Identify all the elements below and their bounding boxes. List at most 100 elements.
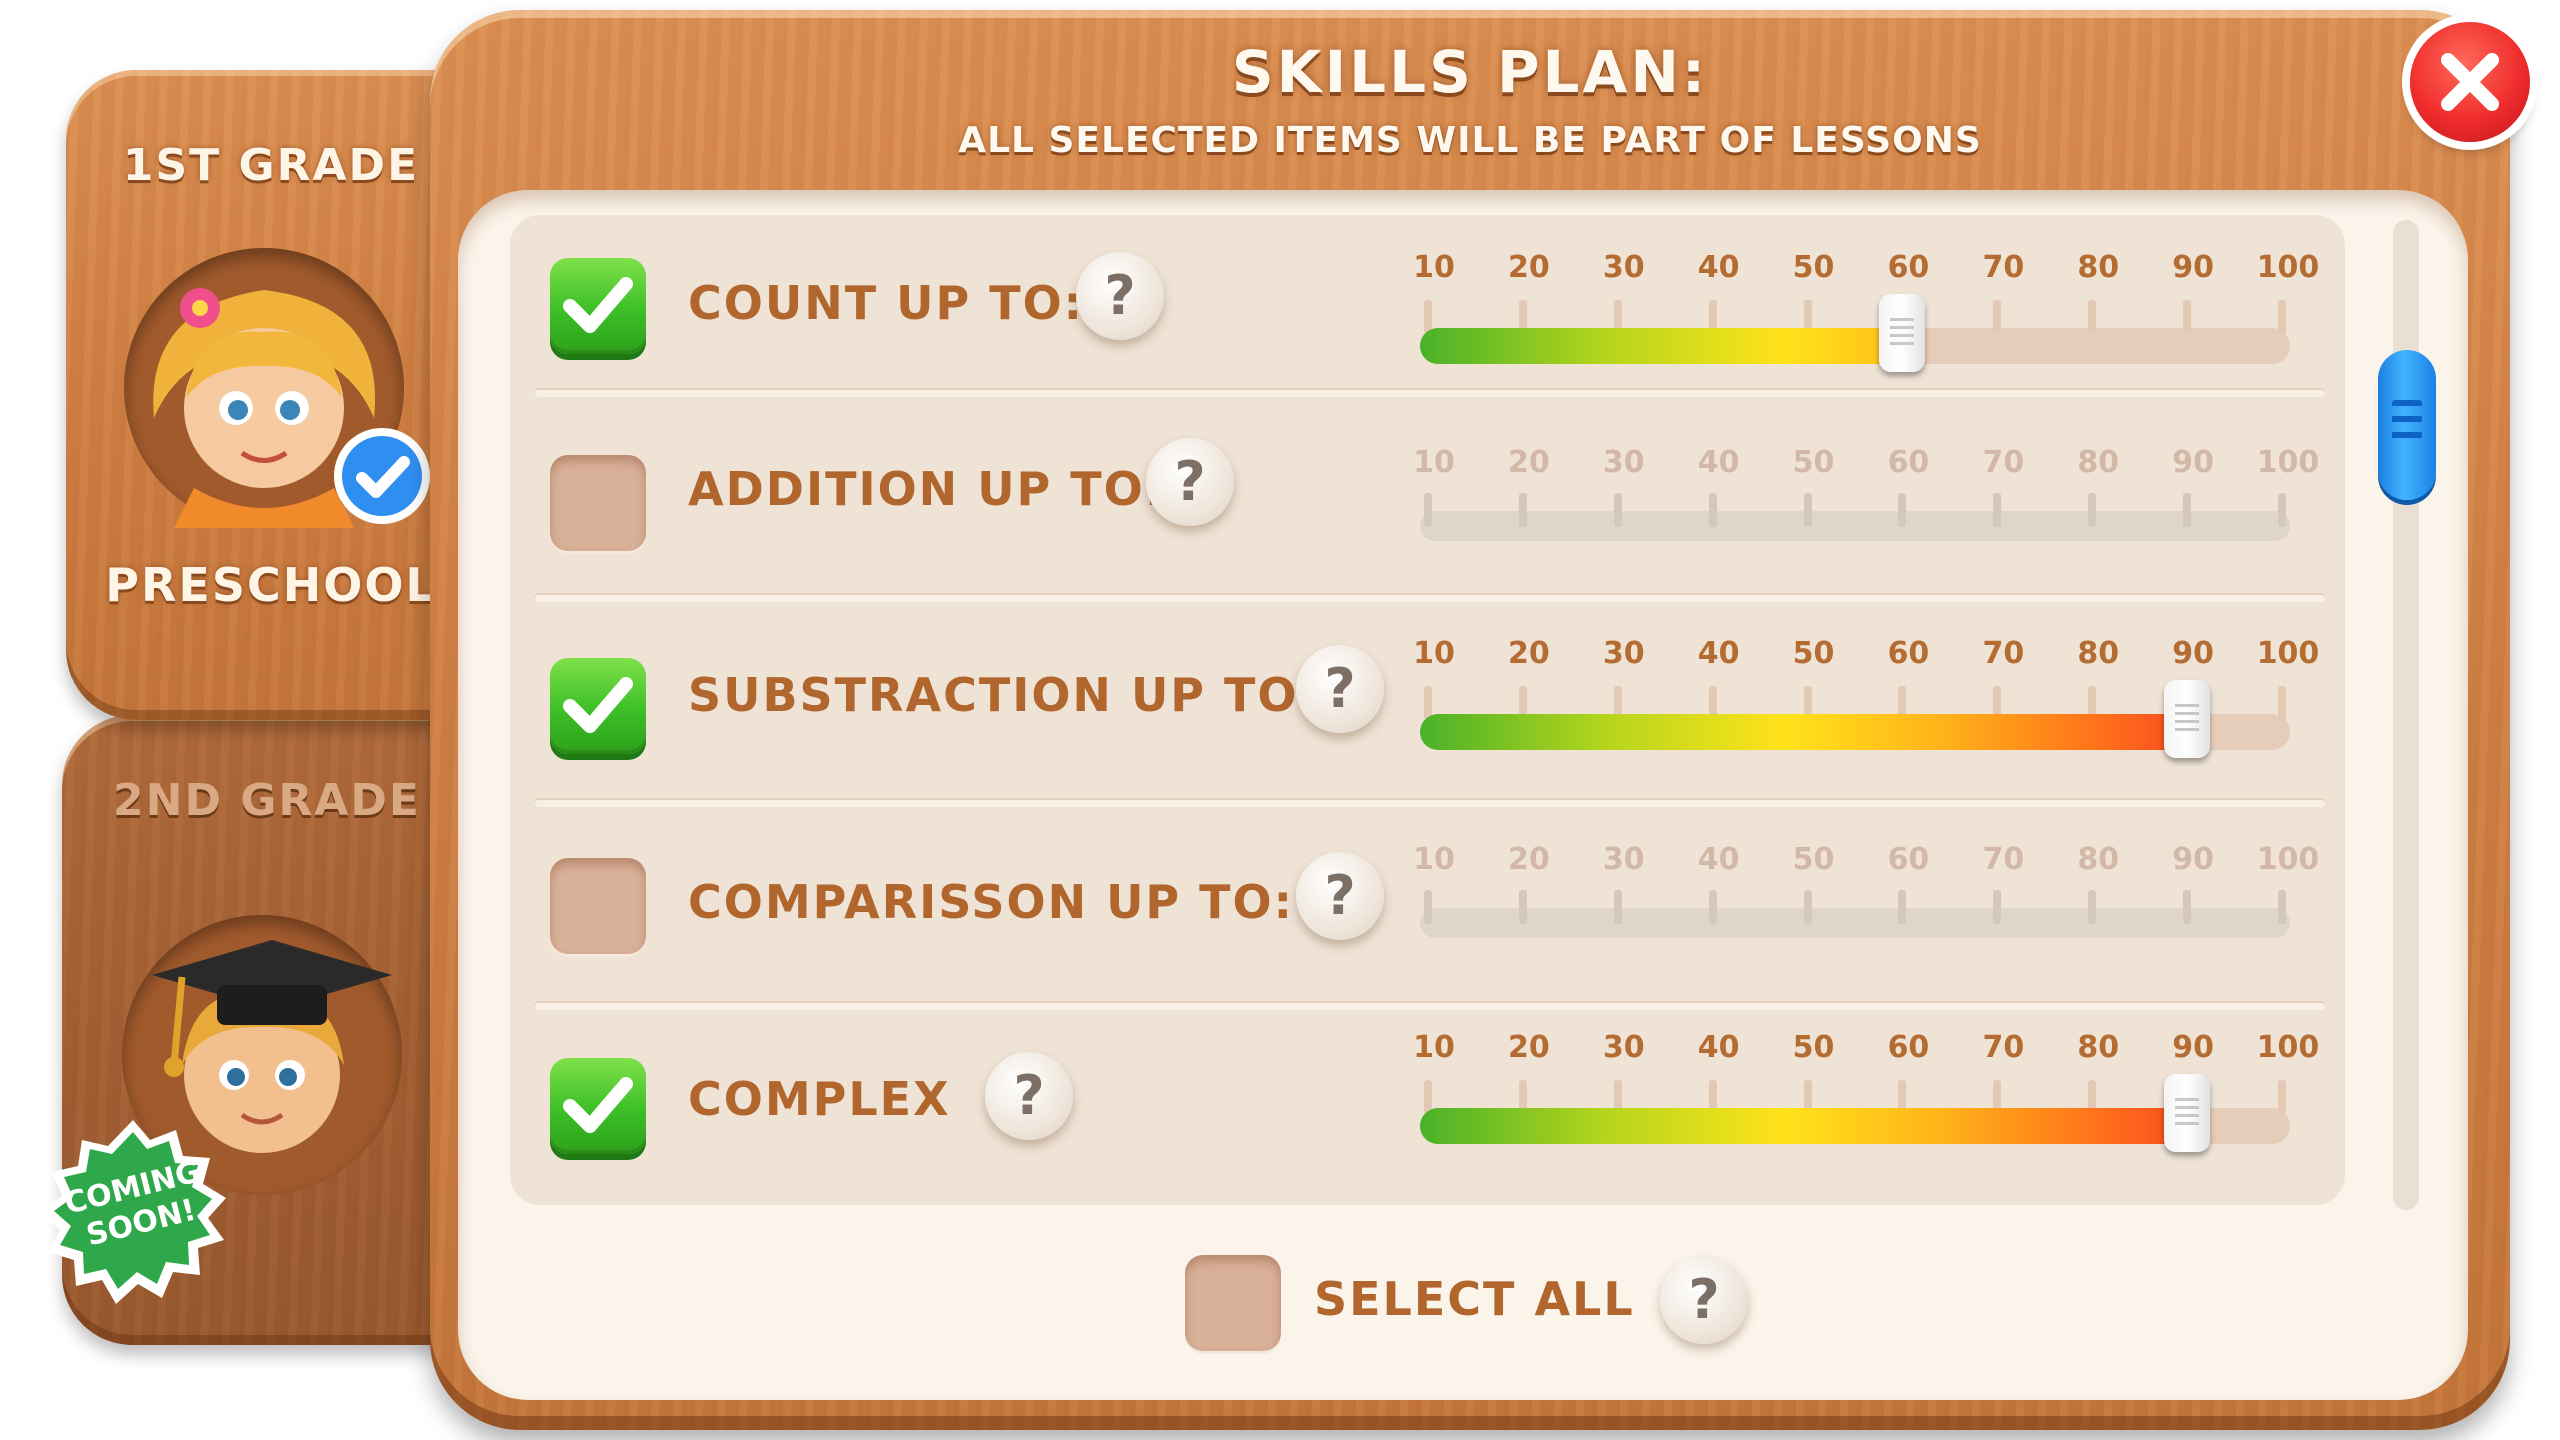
slider-tick-label: 70 bbox=[1982, 842, 2025, 877]
slider-tick-label: 50 bbox=[1792, 842, 1835, 877]
slider-tick bbox=[2278, 1080, 2286, 1114]
slider-tick-label: 20 bbox=[1508, 250, 1550, 285]
close-icon bbox=[2441, 53, 2499, 111]
slider-tick-label: 40 bbox=[1697, 842, 1740, 877]
slider-tick bbox=[2183, 300, 2192, 334]
slider-tick-label: 30 bbox=[1602, 842, 1645, 877]
select-all-checkbox[interactable] bbox=[1185, 1255, 1281, 1351]
slider-tick bbox=[2278, 493, 2286, 527]
slider-tick bbox=[2278, 890, 2286, 924]
tab-2nd-grade-label: 2ND GRADE bbox=[113, 775, 421, 826]
complex-slider[interactable]: 10 20 30 40 50 60 70 80 90 100 bbox=[1413, 1030, 2319, 1152]
slider-scale: 10 20 30 40 50 60 70 80 90 100 bbox=[1413, 445, 2319, 485]
substraction-checkbox[interactable] bbox=[550, 658, 646, 754]
slider-tick-label: 90 bbox=[2172, 636, 2214, 671]
slider-tick-label: 20 bbox=[1508, 842, 1550, 877]
scrollbar-thumb[interactable] bbox=[2378, 350, 2436, 500]
slider-tick bbox=[1613, 890, 1622, 924]
slider-tick-label: 20 bbox=[1508, 1030, 1550, 1065]
slider-tick-label: 100 bbox=[2256, 1030, 2320, 1065]
slider-track bbox=[1420, 511, 2290, 541]
slider-tick bbox=[1518, 890, 1527, 924]
slider-tick-label: 70 bbox=[1982, 445, 2025, 480]
select-all-help-button[interactable]: ? bbox=[1660, 1256, 1748, 1344]
substraction-label: SUBSTRACTION UP TO: bbox=[688, 668, 1319, 722]
slider-tick-label: 30 bbox=[1602, 1030, 1645, 1065]
slider-thumb[interactable] bbox=[1879, 294, 1926, 372]
verified-check-icon bbox=[334, 428, 430, 524]
tab-1st-grade[interactable]: 1ST GRADE PRESCHOOL bbox=[66, 70, 466, 720]
slider-fill bbox=[1420, 1108, 2188, 1144]
tab-1st-grade-label: 1ST GRADE bbox=[122, 140, 420, 191]
panel-title: SKILLS PLAN: bbox=[1231, 38, 1709, 106]
slider-tick-label: 50 bbox=[1792, 250, 1835, 285]
question-mark-icon: ? bbox=[1324, 864, 1356, 927]
question-mark-icon: ? bbox=[1104, 264, 1136, 327]
slider-tick bbox=[1993, 890, 2002, 924]
slider-tick-label: 70 bbox=[1982, 1030, 2025, 1065]
addition-label: ADDITION UP TO: bbox=[688, 462, 1166, 516]
slider-tick-label: 20 bbox=[1508, 636, 1550, 671]
slider-tick bbox=[2088, 493, 2097, 527]
slider-tick-label: 80 bbox=[2077, 250, 2120, 285]
slider-tick bbox=[1518, 493, 1527, 527]
close-button[interactable] bbox=[2410, 22, 2530, 142]
slider-tick-label: 80 bbox=[2077, 445, 2120, 480]
slider-tick bbox=[1708, 493, 1717, 527]
slider-tick-label: 40 bbox=[1697, 445, 1740, 480]
slider-tick bbox=[2088, 890, 2097, 924]
comparisson-label: COMPARISSON UP TO: bbox=[688, 875, 1295, 929]
slider-scale: 10 20 30 40 50 60 70 80 90 100 bbox=[1413, 636, 2319, 676]
comparisson-checkbox[interactable] bbox=[550, 858, 646, 954]
slider-tick bbox=[2088, 300, 2097, 334]
slider-tick-label: 80 bbox=[2077, 636, 2120, 671]
grade-name-preschool: PRESCHOOL bbox=[105, 558, 437, 612]
slider-tick-label: 60 bbox=[1887, 636, 1930, 671]
slider-tick-label: 60 bbox=[1887, 1030, 1930, 1065]
slider-tick-label: 90 bbox=[2172, 842, 2214, 877]
slider-tick-label: 30 bbox=[1602, 250, 1645, 285]
checkmark-icon bbox=[563, 277, 633, 333]
slider-tick bbox=[2183, 493, 2192, 527]
substraction-slider[interactable]: 10 20 30 40 50 60 70 80 90 100 bbox=[1413, 636, 2319, 758]
slider-tick-label: 40 bbox=[1697, 1030, 1740, 1065]
slider-tick bbox=[1803, 493, 1812, 527]
addition-help-button[interactable]: ? bbox=[1146, 438, 1234, 526]
slider-scale: 10 20 30 40 50 60 70 80 90 100 bbox=[1413, 250, 2319, 290]
slider-tick-label: 10 bbox=[1413, 636, 1455, 671]
slider-thumb[interactable] bbox=[2164, 1074, 2211, 1152]
complex-help-button[interactable]: ? bbox=[985, 1052, 1073, 1140]
count-slider[interactable]: 10 20 30 40 50 60 70 80 90 100 bbox=[1413, 250, 2319, 372]
slider-tick-label: 80 bbox=[2077, 842, 2120, 877]
count-help-button[interactable]: ? bbox=[1076, 252, 1164, 340]
substraction-help-button[interactable]: ? bbox=[1296, 645, 1384, 733]
count-checkbox[interactable] bbox=[550, 258, 646, 354]
comparisson-slider: 10 20 30 40 50 60 70 80 90 100 bbox=[1413, 842, 2319, 962]
complex-checkbox[interactable] bbox=[550, 1058, 646, 1154]
slider-tick bbox=[1708, 890, 1717, 924]
panel-subtitle: ALL SELECTED ITEMS WILL BE PART OF LESSO… bbox=[958, 120, 1982, 161]
slider-tick bbox=[1993, 300, 2002, 334]
slider-tick bbox=[1993, 493, 2002, 527]
select-all-label: SELECT ALL bbox=[1314, 1272, 1635, 1326]
slider-tick-label: 100 bbox=[2256, 445, 2320, 480]
slider-tick-label: 40 bbox=[1697, 636, 1740, 671]
slider-tick bbox=[1424, 890, 1432, 924]
slider-tick-label: 90 bbox=[2172, 1030, 2214, 1065]
comparisson-help-button[interactable]: ? bbox=[1296, 852, 1384, 940]
row-divider bbox=[535, 595, 2325, 602]
slider-tick-label: 30 bbox=[1602, 636, 1645, 671]
complex-label: COMPLEX bbox=[688, 1072, 951, 1126]
slider-tick bbox=[1613, 493, 1622, 527]
slider-thumb[interactable] bbox=[2164, 680, 2211, 758]
addition-checkbox[interactable] bbox=[550, 455, 646, 551]
slider-fill bbox=[1420, 328, 1903, 364]
slider-tick-label: 30 bbox=[1602, 445, 1645, 480]
slider-track bbox=[1420, 908, 2290, 938]
count-label: COUNT UP TO: bbox=[688, 276, 1085, 330]
question-mark-icon: ? bbox=[1013, 1064, 1045, 1127]
slider-tick-label: 90 bbox=[2172, 250, 2214, 285]
checkmark-icon bbox=[563, 677, 633, 733]
slider-tick-label: 60 bbox=[1887, 250, 1930, 285]
question-mark-icon: ? bbox=[1324, 657, 1356, 720]
